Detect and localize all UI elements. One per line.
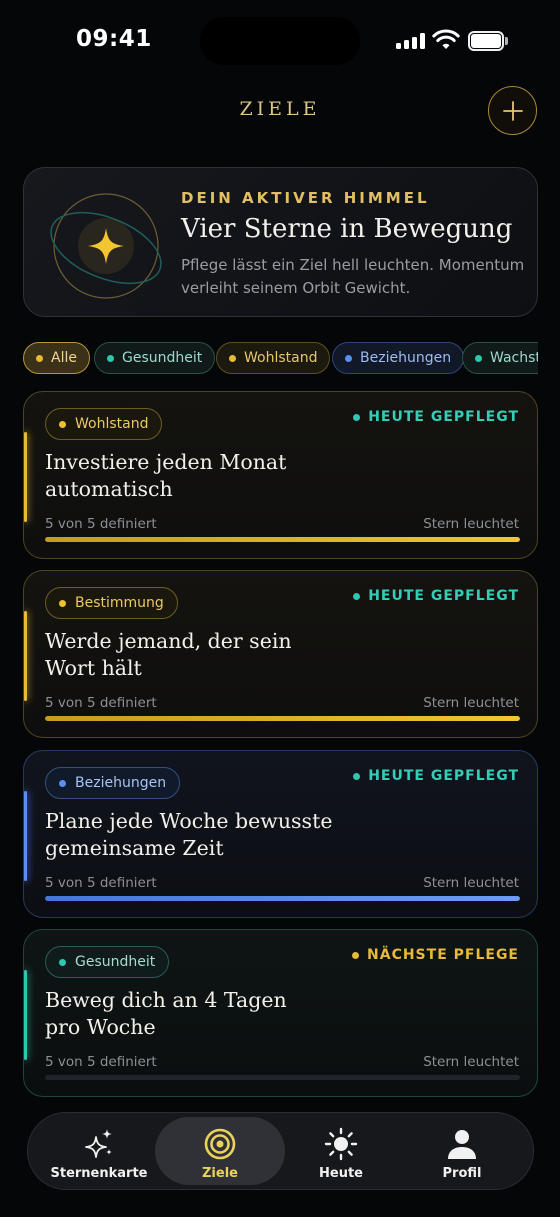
plus-icon	[502, 100, 523, 121]
goal-status-label: HEUTE GEPFLEGT	[368, 409, 519, 425]
goal-status-label: HEUTE GEPFLEGT	[368, 768, 519, 784]
dot-icon	[353, 413, 361, 421]
goal-category-label: Gesundheit	[75, 954, 156, 970]
sun-icon	[324, 1127, 358, 1161]
goal-progress-track	[45, 537, 520, 542]
target-icon	[204, 1128, 236, 1160]
goal-category-badge: Beziehungen	[45, 767, 181, 799]
tab-heute[interactable]: Heute	[276, 1117, 406, 1185]
dot-icon	[475, 354, 482, 362]
goal-status-tag: NÄCHSTE PFLEGE	[352, 947, 519, 963]
filter-chip-label: Gesundheit	[122, 350, 203, 366]
filter-chip-gesundheit[interactable]: Gesundheit	[94, 342, 216, 374]
goal-status-label: HEUTE GEPFLEGT	[368, 588, 519, 604]
hero-title: Vier Sterne in Bewegung	[181, 214, 513, 244]
goal-accent-bar	[24, 611, 27, 701]
sparkles-icon	[85, 1129, 112, 1158]
goal-card[interactable]: Gesundheit NÄCHSTE PFLEGE Beweg dich an …	[23, 929, 538, 1097]
tab-label: Heute	[319, 1166, 363, 1181]
goal-status-label: NÄCHSTE PFLEGE	[367, 947, 519, 963]
goal-shine-text: Stern leuchtet	[423, 516, 519, 532]
goal-accent-bar	[24, 791, 27, 881]
goal-category-label: Bestimmung	[75, 595, 164, 611]
dot-icon	[59, 779, 66, 787]
goal-title: Werde jemand, der sein Wort hält	[45, 629, 292, 680]
goal-status-tag: HEUTE GEPFLEGT	[353, 409, 519, 425]
wifi-icon	[432, 29, 460, 49]
goal-card[interactable]: Wohlstand HEUTE GEPFLEGT Investiere jede…	[23, 391, 538, 559]
bottom-tab-bar: Sternenkarte Ziele Heute Profil	[27, 1112, 534, 1190]
cellular-signal-icon	[396, 33, 426, 49]
goal-category-badge: Wohlstand	[45, 408, 163, 440]
goal-card[interactable]: Bestimmung HEUTE GEPFLEGT Werde jemand, …	[23, 570, 538, 738]
filter-chip-wohlstand[interactable]: Wohlstand	[216, 342, 331, 374]
dot-icon	[107, 354, 114, 362]
tab-profil[interactable]: Profil	[397, 1117, 527, 1185]
goal-progress-text: 5 von 5 definiert	[45, 1054, 157, 1070]
goal-category-badge: Gesundheit	[45, 946, 170, 978]
tab-label: Profil	[442, 1166, 482, 1181]
goal-progress-text: 5 von 5 definiert	[45, 516, 157, 532]
goal-category-badge: Bestimmung	[45, 587, 178, 619]
goal-progress-text: 5 von 5 definiert	[45, 695, 157, 711]
filter-chip-label: Wachstum	[490, 350, 538, 366]
goal-shine-text: Stern leuchtet	[423, 875, 519, 891]
category-filter-bar: Alle Gesundheit Wohlstand Beziehungen Wa…	[23, 342, 538, 374]
dot-icon	[345, 354, 352, 362]
goal-shine-text: Stern leuchtet	[423, 1054, 519, 1070]
dot-icon	[352, 951, 360, 959]
star-orbit-icon	[50, 193, 162, 299]
dot-icon	[36, 354, 43, 362]
battery-icon	[468, 31, 508, 51]
goal-status-tag: HEUTE GEPFLEGT	[353, 588, 519, 604]
tab-label: Sternenkarte	[50, 1166, 148, 1181]
add-goal-button[interactable]	[488, 86, 537, 135]
goal-progress-bar	[45, 537, 520, 542]
tab-ziele[interactable]: Ziele	[155, 1117, 285, 1185]
dot-icon	[229, 354, 236, 362]
goal-progress-text: 5 von 5 definiert	[45, 875, 157, 891]
goal-title: Beweg dich an 4 Tagen pro Woche	[45, 988, 287, 1039]
goal-progress-track	[45, 896, 520, 901]
filter-chip-label: Wohlstand	[244, 350, 318, 366]
goal-progress-bar	[45, 896, 520, 901]
goal-accent-bar	[24, 432, 27, 522]
filter-chip-label: Beziehungen	[360, 350, 452, 366]
page-title: ZIELE	[239, 98, 321, 120]
goal-card[interactable]: Beziehungen HEUTE GEPFLEGT Plane jede Wo…	[23, 750, 538, 918]
goal-shine-text: Stern leuchtet	[423, 695, 519, 711]
dot-icon	[353, 592, 361, 600]
active-sky-card: DEIN AKTIVER HIMMEL Vier Sterne in Beweg…	[23, 167, 538, 317]
goal-accent-bar	[24, 970, 27, 1060]
filter-chip-label: Alle	[51, 350, 77, 366]
goal-category-label: Wohlstand	[75, 416, 149, 432]
person-icon	[448, 1130, 476, 1159]
dot-icon	[59, 420, 66, 428]
filter-chip-alle[interactable]: Alle	[23, 342, 90, 374]
tab-label: Ziele	[202, 1166, 238, 1181]
goal-category-label: Beziehungen	[75, 775, 167, 791]
dot-icon	[353, 772, 361, 780]
status-time: 09:41	[76, 26, 152, 52]
goal-title: Plane jede Woche bewusste gemeinsame Zei…	[45, 809, 333, 860]
filter-chip-beziehungen[interactable]: Beziehungen	[332, 342, 465, 374]
goal-title: Investiere jeden Monat automatisch	[45, 450, 287, 501]
tab-sternenkarte[interactable]: Sternenkarte	[34, 1117, 164, 1185]
goal-status-tag: HEUTE GEPFLEGT	[353, 768, 519, 784]
dot-icon	[59, 599, 66, 607]
dynamic-island	[200, 17, 360, 65]
filter-chip-wachstum[interactable]: Wachstum	[462, 342, 538, 374]
status-bar: 09:41	[0, 0, 560, 84]
hero-subtitle: Pflege lässt ein Ziel hell leuchten. Mom…	[181, 256, 525, 297]
dot-icon	[59, 958, 66, 966]
goal-progress-track	[45, 1075, 520, 1080]
hero-eyebrow: DEIN AKTIVER HIMMEL	[181, 189, 430, 207]
goal-progress-bar	[45, 716, 520, 721]
goal-progress-track	[45, 716, 520, 721]
